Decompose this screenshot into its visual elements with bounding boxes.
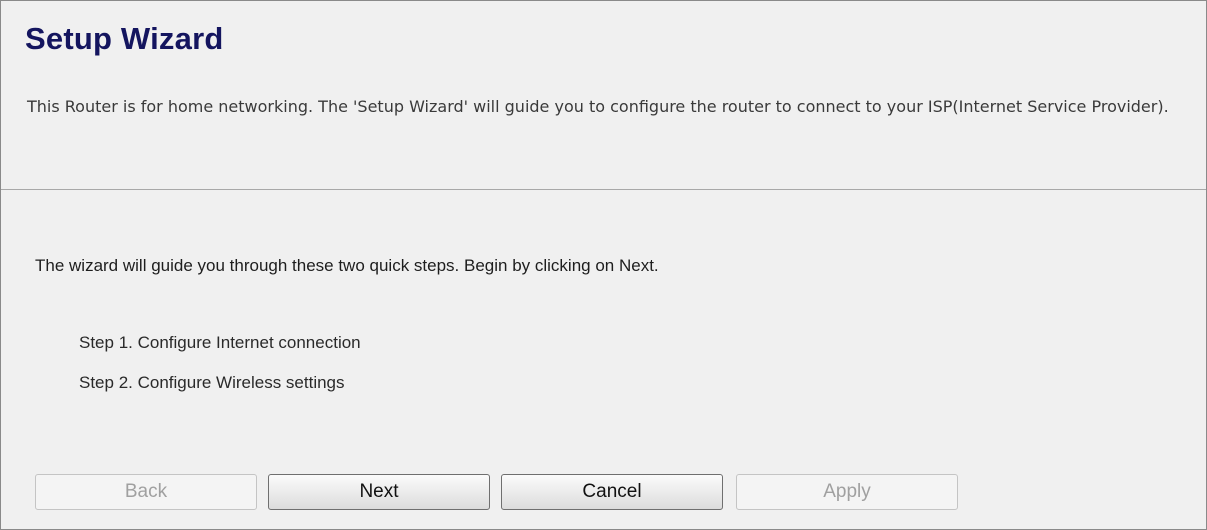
next-button[interactable]: Next [268,474,490,510]
apply-button[interactable]: Apply [736,474,958,510]
page-title: Setup Wizard [25,21,224,56]
cancel-button[interactable]: Cancel [501,474,723,510]
wizard-step-1: Step 1. Configure Internet connection [79,333,361,352]
wizard-header: Setup Wizard This Router is for home net… [1,1,1206,190]
setup-wizard-panel: Setup Wizard This Router is for home net… [0,0,1207,530]
wizard-step-2: Step 2. Configure Wireless settings [79,373,345,392]
page-description: This Router is for home networking. The … [27,97,1169,116]
wizard-steps-list: Step 1. Configure Internet connection St… [79,331,361,411]
back-button[interactable]: Back [35,474,257,510]
wizard-intro: The wizard will guide you through these … [35,256,659,275]
